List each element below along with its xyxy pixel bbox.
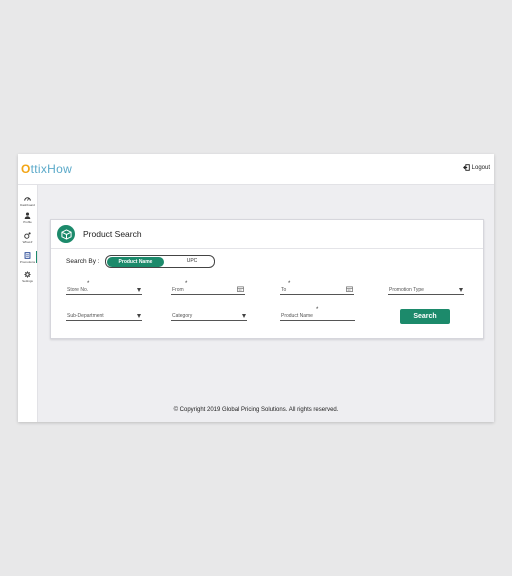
promotions-icon [24, 252, 31, 259]
required-mark: * [87, 281, 90, 287]
sidebar-item-label: Dashboard [20, 203, 35, 207]
box-icon [57, 225, 75, 243]
sidebar-item-dashboard[interactable]: Dashboard [18, 195, 37, 207]
from-date-field[interactable]: From * [171, 281, 245, 295]
sidebar-item-label: Promotions [19, 260, 36, 264]
search-by-toggle: Product Name UPC [105, 255, 215, 268]
logout-icon [462, 164, 470, 171]
sidebar-item-label: Settings [22, 279, 33, 283]
calendar-icon[interactable] [346, 286, 353, 292]
profile-icon [24, 212, 31, 219]
product-search-card: Product Search Search By : Product Name … [50, 219, 484, 339]
app-window: OttixHow Logout Dashboard Profile What-I… [18, 154, 494, 422]
whatif-icon [24, 232, 31, 239]
top-bar: OttixHow Logout [18, 154, 494, 185]
store-no-label: Store No. [67, 287, 89, 293]
required-mark: * [288, 281, 291, 287]
toggle-product-name[interactable]: Product Name [107, 256, 164, 267]
sidebar-item-label: What-If [22, 240, 33, 244]
category-label: Category [172, 313, 193, 319]
promotion-type-label: Promotion Type [389, 287, 424, 293]
required-mark: * [316, 307, 319, 313]
card-header: Product Search [51, 220, 483, 249]
chevron-down-icon [242, 314, 246, 318]
sidebar-item-promotions[interactable]: Promotions [18, 251, 37, 264]
search-button[interactable]: Search [400, 309, 450, 324]
sidebar-item-whatif[interactable]: What-If [18, 232, 37, 244]
sidebar-item-settings[interactable]: Settings [18, 271, 37, 283]
chevron-down-icon [137, 288, 141, 292]
product-name-label: Product Name [281, 313, 313, 319]
sub-department-label: Sub-Department [67, 313, 104, 319]
sidebar-item-profile[interactable]: Profile [18, 212, 37, 224]
promotion-type-select[interactable]: Promotion Type [388, 283, 464, 295]
from-label: From [172, 287, 184, 293]
sidebar-item-label: Profile [23, 220, 32, 224]
sidebar: Dashboard Profile What-If Promotions Set… [18, 185, 38, 422]
footer-copyright: © Copyright 2019 Global Pricing Solution… [173, 407, 339, 413]
ottixhow-logo[interactable]: OttixHow [21, 162, 72, 176]
logout-label: Logout [471, 164, 490, 171]
dashboard-icon [24, 197, 31, 201]
category-select[interactable]: Category [171, 309, 247, 321]
store-no-select[interactable]: Store No. * [66, 281, 142, 295]
calendar-icon[interactable] [237, 286, 244, 292]
page-title: Product Search [83, 229, 142, 239]
toggle-upc[interactable]: UPC [170, 256, 214, 267]
search-by-label: Search By : [66, 258, 100, 265]
sub-department-select[interactable]: Sub-Department [66, 309, 142, 321]
product-name-input[interactable]: Product Name * [280, 307, 355, 321]
to-label: To [281, 287, 287, 293]
to-date-field[interactable]: To * [280, 281, 354, 295]
logout-button[interactable]: Logout [462, 164, 490, 171]
chevron-down-icon [137, 314, 141, 318]
required-mark: * [185, 281, 188, 287]
chevron-down-icon [459, 288, 463, 292]
settings-icon [24, 271, 31, 278]
